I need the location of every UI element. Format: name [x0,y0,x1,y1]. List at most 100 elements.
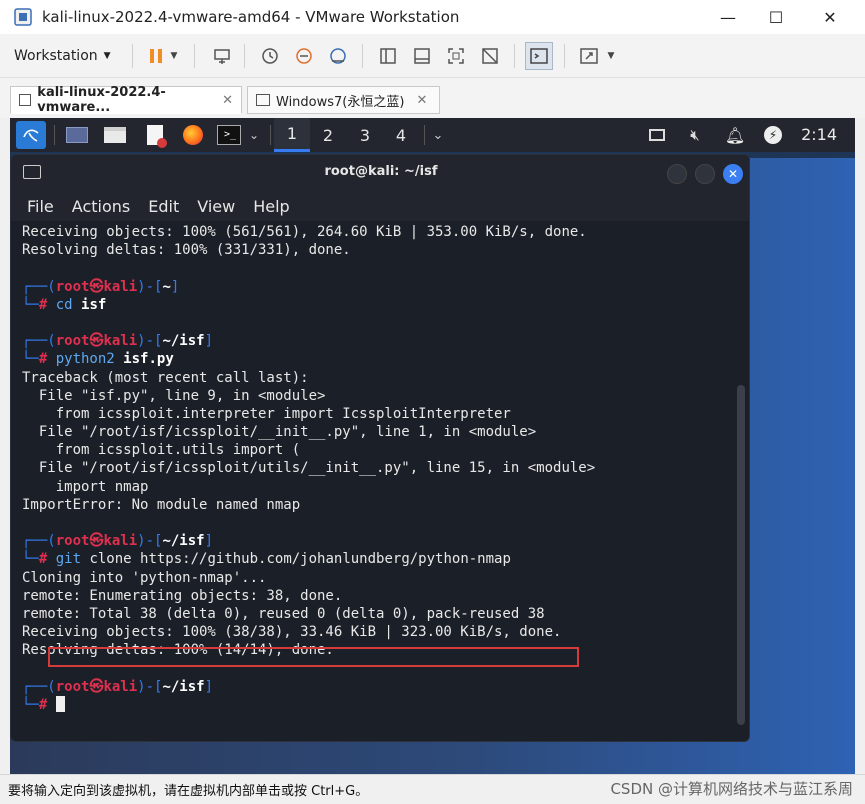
terminal-icon[interactable]: >_ [216,123,242,147]
output-text: from icssploit.interpreter import Icsspl… [22,405,511,422]
prompt-user: root [55,678,90,695]
close-tab-icon[interactable]: ✕ [222,93,233,108]
output-text: File "isf.py", line 9, in <module> [22,387,326,404]
maximize-button[interactable]: ☐ [753,0,799,34]
output-text: Cloning into 'python-nmap'... [22,569,267,586]
menu-view[interactable]: View [197,197,235,216]
sidebar-view-icon[interactable] [374,42,402,70]
terminal-line: └─# [22,695,737,714]
command-name: python2 [55,351,115,368]
vm-tab-strip: kali-linux-2022.4-vmware... ✕ Windows7(永… [0,78,865,118]
snapshot-icon[interactable] [256,42,284,70]
output-text: Receiving objects: 100% (561/561), 264.6… [22,224,587,240]
prompt-host: kali [103,678,138,695]
terminal-line: from icssploit.utils import ( [22,441,737,459]
prompt-host: kali [103,278,138,295]
text-cursor [55,695,65,712]
terminal-maximize-button[interactable] [695,164,715,184]
close-tab-icon[interactable]: ✕ [416,93,427,108]
tab-label: Windows7(永恒之蓝) [276,94,405,110]
menu-help[interactable]: Help [253,197,289,216]
command-args: isf [81,296,107,313]
vm-tab-icon [256,94,270,106]
terminal-line: import nmap [22,478,737,496]
prompt-user: root [55,278,90,295]
snapshot-manager-icon[interactable] [324,42,352,70]
thumbnail-view-icon[interactable] [408,42,436,70]
output-text: Receiving objects: 100% (38/38), 33.46 K… [22,624,562,641]
terminal-scrollbar[interactable] [737,385,745,725]
tab-windows7[interactable]: Windows7(永恒之蓝) ✕ [247,86,440,114]
terminal-close-button[interactable]: ✕ [723,164,743,184]
panel-divider [424,125,425,145]
output-text: remote: Enumerating objects: 38, done. [22,587,343,604]
terminal-title: root@kali: ~/isf [324,164,438,179]
highlight-box [48,647,579,667]
display-icon[interactable] [644,123,670,147]
terminal-line: from icssploit.interpreter import Icsspl… [22,405,737,423]
terminal-line: └─# cd isf [22,296,107,313]
workstation-menu-label: Workstation [14,48,98,64]
terminal-line: ImportError: No module named nmap [22,496,737,514]
command-name: cd [55,296,73,313]
terminal-title-bar: root@kali: ~/isf ✕ [11,155,749,191]
minimize-button[interactable]: — [705,0,751,34]
output-text: Resolving deltas: 100% (331/331), done. [22,242,351,259]
menu-file[interactable]: File [27,197,54,216]
close-button[interactable]: ✕ [807,0,853,34]
panel-divider [270,125,271,145]
workspace-2[interactable]: 2 [310,118,346,152]
notification-bell-icon[interactable]: 🔔︎ [722,123,748,147]
terminal-line: Receiving objects: 100% (561/561), 264.6… [22,223,737,241]
terminal-line: └─# git clone https://github.com/johanlu… [22,551,511,568]
prompt-user: root [55,333,90,350]
toolbar: Workstation ▼ ▼ ▼ [0,34,865,78]
workspace-4[interactable]: 4 [383,118,419,152]
output-text: import nmap [22,478,149,495]
terminal-line: File "/root/isf/icssploit/__init__.py", … [22,423,737,441]
terminal-minimize-button[interactable] [667,164,687,184]
workspace-3[interactable]: 3 [347,118,383,152]
menu-actions[interactable]: Actions [72,197,130,216]
tab-kali[interactable]: kali-linux-2022.4-vmware... ✕ [10,85,242,115]
vm-tab-icon [19,94,32,106]
toolbar-divider [514,44,515,68]
pause-dropdown-chevron-icon[interactable]: ▼ [166,42,182,70]
power-icon[interactable]: ⚡ [760,123,786,147]
kali-menu-icon[interactable] [16,121,46,149]
send-keys-icon[interactable] [208,42,236,70]
file-manager-icon[interactable] [102,123,128,147]
terminal-window[interactable]: root@kali: ~/isf ✕ File Actions Edit Vie… [10,154,750,742]
vmware-app-icon [14,8,32,26]
prompt-path: ~/isf [162,533,205,550]
terminal-line: File "/root/isf/icssploit/utils/__init__… [22,459,737,477]
toolbar-divider [362,44,363,68]
prompt-path: ~/isf [162,678,205,695]
show-desktop-icon[interactable] [64,123,90,147]
output-text: remote: Total 38 (delta 0), reused 0 (de… [22,605,545,622]
vm-display[interactable]: >_ ⌄ 1 2 3 4 ⌄ 🔇︎ 🔔︎ ⚡ 2:14 root@kali: ~… [10,118,855,774]
fullscreen-icon[interactable] [442,42,470,70]
workspace-1[interactable]: 1 [274,118,310,152]
terminal-line: remote: Enumerating objects: 38, done. [22,587,737,605]
output-text: File "/root/isf/icssploit/__init__.py", … [22,424,537,441]
console-view-icon[interactable] [525,42,553,70]
terminal-line: Receiving objects: 100% (38/38), 33.46 K… [22,623,737,641]
workstation-menu[interactable]: Workstation ▼ [14,44,111,68]
stretch-dropdown-chevron-icon[interactable]: ▼ [603,42,619,70]
revert-snapshot-icon[interactable] [290,42,318,70]
window-title: kali-linux-2022.4-vmware-amd64 - VMware … [42,8,460,26]
stretch-icon[interactable] [575,42,603,70]
chevron-down-icon[interactable]: ⌄ [246,123,262,147]
terminal-line: Cloning into 'python-nmap'... [22,569,737,587]
unity-icon[interactable] [476,42,504,70]
terminal-line: remote: Total 38 (delta 0), reused 0 (de… [22,605,737,623]
output-text: File "/root/isf/icssploit/utils/__init__… [22,460,596,477]
speaker-muted-icon[interactable]: 🔇︎ [682,123,708,147]
menu-edit[interactable]: Edit [148,197,179,216]
chevron-down-icon[interactable]: ⌄ [428,123,448,147]
text-editor-icon[interactable] [142,123,168,148]
terminal-line: File "isf.py", line 9, in <module> [22,387,737,405]
firefox-icon[interactable] [180,123,206,147]
